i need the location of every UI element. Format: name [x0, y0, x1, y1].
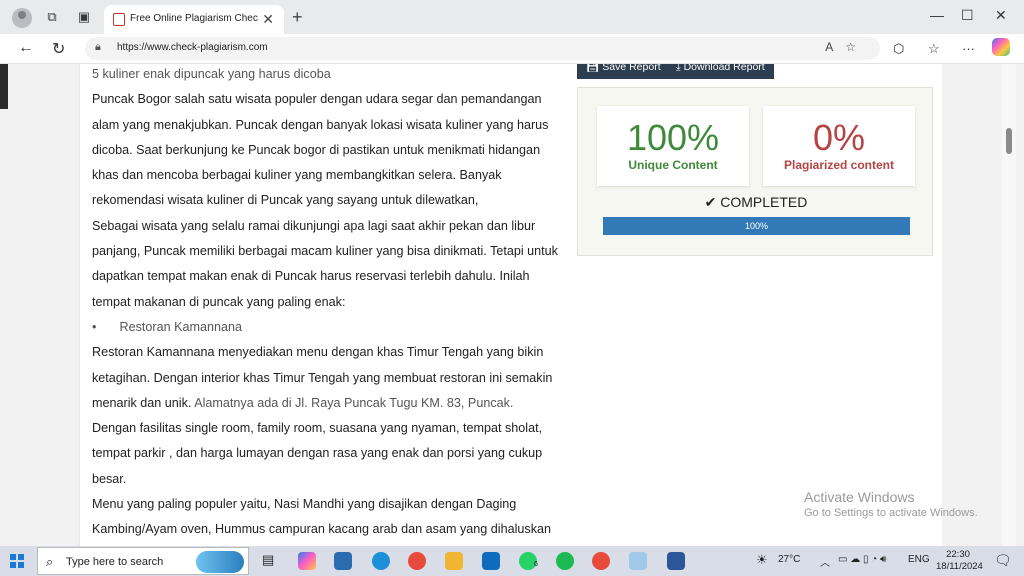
- tab-actions-icon[interactable]: ▣: [76, 9, 92, 25]
- maximize-button[interactable]: ☐: [961, 7, 974, 24]
- article-heading: 5 kuliner enak dipuncak yang harus dicob…: [92, 67, 331, 81]
- search-highlight-image: [196, 551, 244, 573]
- clock[interactable]: 22:30 18/11/2024: [936, 549, 983, 573]
- weather-temp[interactable]: 27°C: [778, 554, 800, 565]
- language-indicator[interactable]: ENG: [908, 554, 930, 565]
- article-body: 5 kuliner enak dipuncak yang harus dicob…: [92, 64, 560, 543]
- lock-icon[interactable]: 🔒︎: [95, 41, 101, 54]
- whatsapp-badge: 6: [534, 561, 538, 568]
- paragraph-4: Menu yang paling populer yaitu, Nasi Man…: [92, 497, 551, 537]
- unique-percent: 100%: [626, 117, 720, 158]
- browser-tab[interactable]: Free Online Plagiarism Checker - C ✕: [104, 5, 284, 34]
- chrome-icon[interactable]: [408, 552, 426, 570]
- address-toolbar: ← ↻ 🔒︎ https://www.check-plagiarism.com …: [0, 34, 1024, 64]
- outlook-icon[interactable]: [482, 552, 500, 570]
- word-icon[interactable]: [667, 552, 685, 570]
- web-page: 5 kuliner enak dipuncak yang harus dicob…: [0, 64, 1024, 546]
- refresh-icon[interactable]: ↻: [52, 39, 65, 59]
- progress-bar: 100%: [603, 217, 910, 235]
- clock-date: 18/11/2024: [936, 561, 983, 572]
- task-view-icon[interactable]: ▤: [262, 552, 280, 570]
- article-container: 5 kuliner enak dipuncak yang harus dicob…: [80, 64, 566, 546]
- profile-avatar-icon[interactable]: [12, 8, 32, 28]
- new-tab-button[interactable]: +: [292, 7, 303, 28]
- close-window-button[interactable]: ✕: [995, 7, 1007, 24]
- edge-icon[interactable]: [372, 552, 390, 570]
- paragraph-2: Sebagai wisata yang selalu ramai dikunju…: [92, 218, 558, 309]
- windows-taskbar: ⌕ Type here to search ▤ 6 ☀ 27°C ︿ ▭ ☁ ▯…: [0, 546, 1024, 576]
- minimize-button[interactable]: —: [930, 7, 944, 23]
- tab-title: Free Online Plagiarism Checker - C: [130, 13, 258, 24]
- paragraph-3: Restoran Kamannana menyediakan menu deng…: [92, 340, 560, 492]
- copilot-taskbar-icon[interactable]: [298, 552, 316, 570]
- search-placeholder: Type here to search: [66, 556, 164, 568]
- result-box: 100% Unique Content 0% Plagiarized conte…: [577, 87, 933, 256]
- status-line: ✔ COMPLETED: [578, 194, 934, 211]
- file-explorer-icon[interactable]: [445, 552, 463, 570]
- watermark-subtitle: Go to Settings to activate Windows.: [804, 507, 978, 519]
- favorites-icon[interactable]: ☆: [928, 41, 940, 57]
- download-icon: ⤓: [676, 64, 684, 73]
- plagiarized-label: Plagiarized content: [783, 158, 895, 172]
- workspaces-icon[interactable]: ⧉: [44, 9, 60, 25]
- address-bar[interactable]: 🔒︎ https://www.check-plagiarism.com A☆: [85, 37, 880, 60]
- chrome-profile-icon[interactable]: [592, 552, 610, 570]
- scrollbar-thumb[interactable]: [1006, 128, 1012, 154]
- read-aloud-favorite-icons[interactable]: A☆: [825, 40, 868, 54]
- store-icon[interactable]: [334, 552, 352, 570]
- more-menu-icon[interactable]: ···: [962, 41, 975, 56]
- unique-content-card: 100% Unique Content: [597, 106, 749, 186]
- copilot-icon[interactable]: [992, 38, 1010, 56]
- checkmark-icon: ✔: [704, 194, 721, 210]
- download-report-label: Download Report: [683, 64, 765, 73]
- bullet-text: Restoran Kamannana: [119, 319, 243, 334]
- app-icon[interactable]: [629, 552, 647, 570]
- download-report-button[interactable]: ⤓ Download Report: [667, 64, 774, 79]
- site-favicon-icon: [113, 13, 125, 26]
- start-button[interactable]: [10, 554, 24, 568]
- save-report-button[interactable]: 💾︎ Save Report: [577, 64, 670, 79]
- watermark-title: Activate Windows: [804, 489, 915, 505]
- page-scrollbar[interactable]: [1002, 64, 1016, 546]
- bullet-marker: •: [92, 319, 97, 334]
- left-edge-panel: [0, 64, 8, 109]
- unique-label: Unique Content: [628, 158, 718, 172]
- plagiarized-content-card: 0% Plagiarized content: [763, 106, 915, 186]
- system-tray-icons[interactable]: ▭ ☁ ▯ ◔ 🔊︎: [838, 554, 886, 565]
- address-text: Alamatnya ada di Jl. Raya Puncak Tugu KM…: [194, 395, 514, 410]
- back-arrow-icon[interactable]: ←: [18, 39, 34, 57]
- browser-tab-bar: ⧉ ▣ Free Online Plagiarism Checker - C ✕…: [0, 0, 1024, 34]
- extensions-icon[interactable]: ⬡: [893, 41, 904, 57]
- url-text[interactable]: https://www.check-plagiarism.com: [117, 42, 268, 53]
- show-hidden-icons-icon[interactable]: ︿: [820, 554, 830, 569]
- plagiarized-percent: 0%: [812, 117, 866, 158]
- list-item: • Restoran Kamannana: [92, 315, 560, 340]
- paragraph-1: Puncak Bogor salah satu wisata populer d…: [92, 92, 549, 208]
- paragraph-3-part-c: Dengan fasilitas single room, family roo…: [92, 421, 543, 486]
- notifications-icon[interactable]: 🗨︎: [994, 552, 1012, 569]
- spotify-icon[interactable]: [556, 552, 574, 570]
- report-panel: 💾︎ Save Report ⤓ Download Report 100% Un…: [566, 64, 942, 546]
- taskbar-search[interactable]: ⌕ Type here to search: [37, 547, 249, 575]
- tab-close-icon[interactable]: ✕: [262, 11, 274, 28]
- save-icon: 💾︎: [586, 64, 603, 73]
- status-text: COMPLETED: [720, 194, 808, 210]
- save-report-label: Save Report: [602, 64, 661, 73]
- weather-icon[interactable]: ☀: [756, 552, 768, 568]
- activate-windows-watermark: Activate Windows Go to Settings to activ…: [804, 489, 978, 519]
- search-icon: ⌕: [46, 554, 54, 569]
- clock-time: 22:30: [946, 549, 970, 560]
